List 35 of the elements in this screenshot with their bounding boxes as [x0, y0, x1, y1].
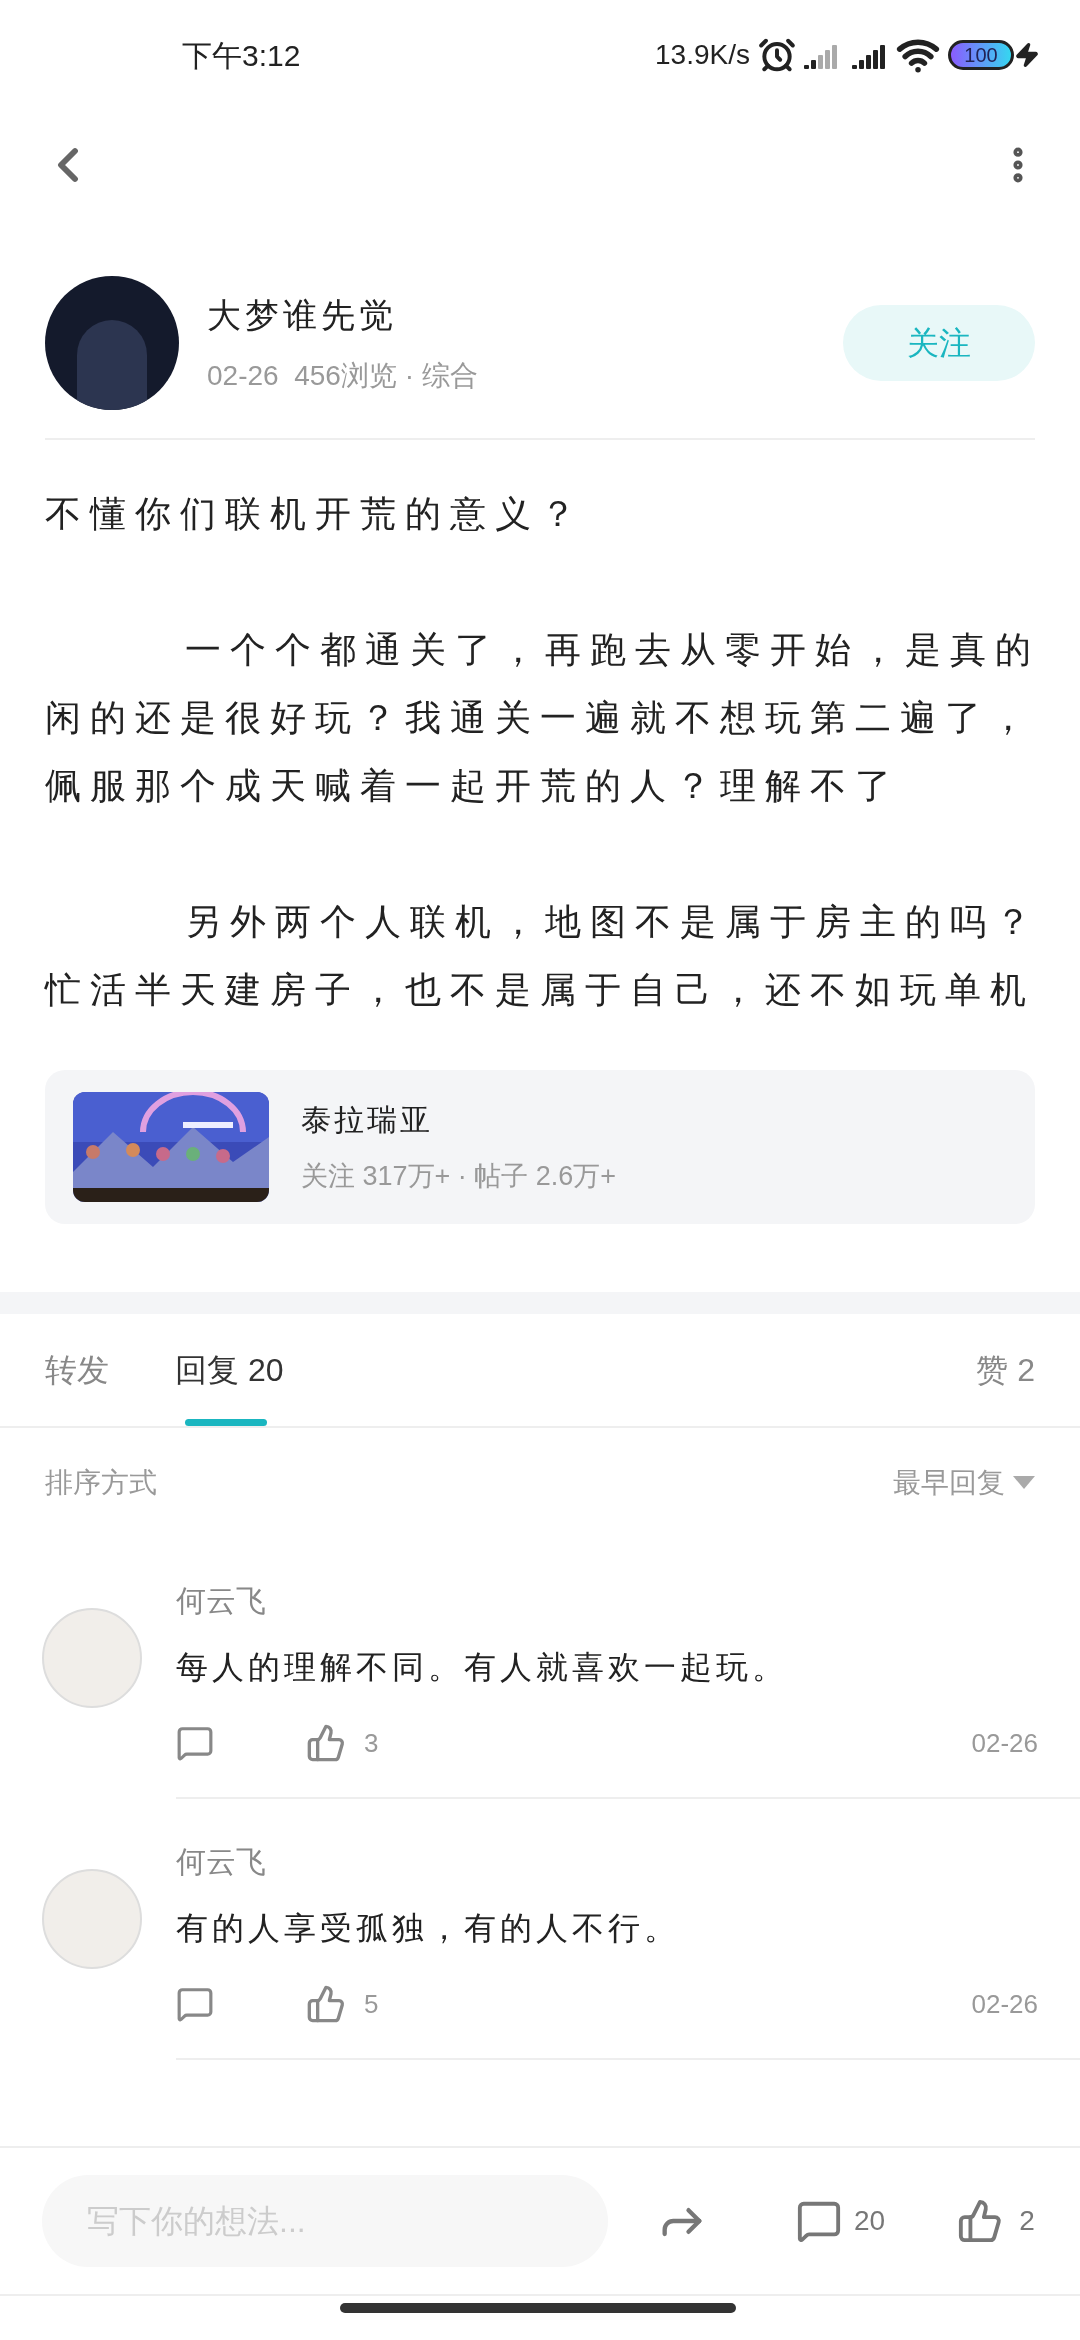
- follow-button[interactable]: 关注: [843, 305, 1035, 381]
- like-count: 5: [364, 1987, 379, 2021]
- network-speed: 13.9K/s: [655, 38, 750, 72]
- game-name: 泰拉瑞亚: [301, 1102, 434, 1139]
- comment-text: 有的人享受孤独，有的人不行。: [176, 1909, 681, 1948]
- like-count: 2: [1019, 2204, 1035, 2238]
- like-icon[interactable]: [306, 1984, 346, 2024]
- comment-date: 02-26: [971, 1726, 1038, 1760]
- post-paragraph: 另外两个人联机，地图不是属于房主的吗？忙活半天建房子，也不是属于自己，还不如玩单机: [45, 900, 1041, 1012]
- comment-text: 每人的理解不同。有人就喜欢一起玩。: [176, 1648, 789, 1687]
- like-icon[interactable]: [306, 1723, 346, 1763]
- game-card[interactable]: 泰拉瑞亚 关注 317万+ · 帖子 2.6万+: [45, 1070, 1035, 1224]
- post-meta: 02-26 456浏览 · 综合: [207, 358, 478, 393]
- reply-icon[interactable]: [176, 1724, 214, 1762]
- status-time: 下午3:12: [182, 37, 301, 74]
- commenter-name[interactable]: 何云飞: [176, 1578, 1080, 1623]
- post-paragraph: 一个个都通关了，再跑去从零开始，是真的闲的还是很好玩？我通关一遍就不想玩第二遍了，佩服那个成天喊着一起开荒的人？理解不了: [45, 628, 1041, 808]
- sort-label: 排序方式: [45, 1466, 157, 1500]
- like-count: 3: [364, 1726, 379, 1760]
- tab[interactable]: 转发: [45, 1314, 175, 1426]
- tab[interactable]: 赞 2: [976, 1314, 1035, 1426]
- charging-icon: [1014, 42, 1040, 68]
- author-name[interactable]: 大梦谁先觉: [207, 289, 478, 341]
- battery-level: 100: [948, 40, 1014, 70]
- comment-count: 20: [854, 2204, 886, 2238]
- game-stats: 关注 317万+ · 帖子 2.6万+: [301, 1160, 617, 1194]
- sort-dropdown[interactable]: 最早回复: [893, 1462, 1035, 1504]
- alarm-icon: [758, 36, 796, 74]
- reply-icon[interactable]: [176, 1985, 214, 2023]
- commenter-name[interactable]: 何云飞: [176, 1839, 1080, 1884]
- caret-icon: [1013, 1476, 1035, 1490]
- tab[interactable]: 回复 20: [175, 1314, 284, 1426]
- post-title: 不懂你们联机开荒的意义？: [45, 492, 586, 536]
- comment-date: 02-26: [971, 1987, 1038, 2021]
- like-icon[interactable]: [957, 2198, 1004, 2244]
